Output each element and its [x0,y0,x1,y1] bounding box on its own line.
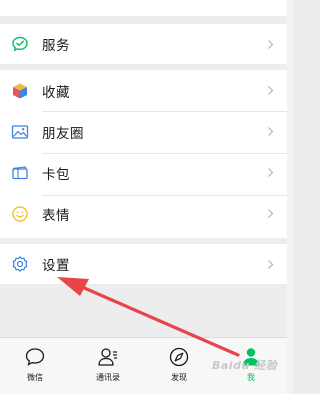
annotation-arrow [57,277,240,357]
watermark-text: Baidu 经验 [212,359,278,372]
me-screen: 服务 收藏 朋友圈 卡包 表情 设置 微信 通讯录 发现 我 Baidu 经验 [0,0,293,394]
